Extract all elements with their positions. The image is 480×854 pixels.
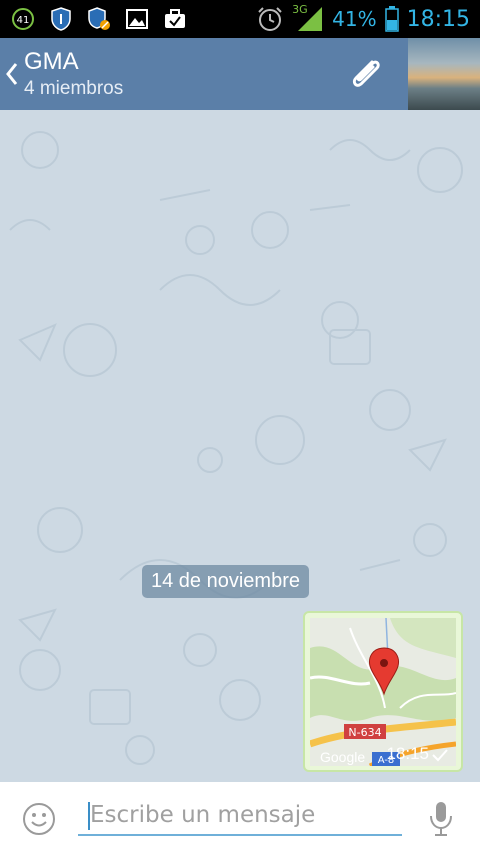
message-composer [0,782,480,854]
chat-member-count[interactable]: 4 miembros [24,78,123,100]
svg-text:N-634: N-634 [348,726,381,739]
alarm-clock-icon [258,7,282,31]
message-input[interactable] [78,796,402,836]
clock: 18:15 [406,6,470,32]
back-chevron-icon[interactable] [4,60,20,88]
notification-icons: 41 [10,6,188,32]
image-icon [124,6,150,32]
notification-badge-count: 41 [17,15,30,26]
notification-badge-icon: 41 [10,6,36,32]
battery-icon [384,6,399,32]
text-cursor [88,802,90,830]
sent-check-icon [432,749,448,762]
battery-percent: 41% [332,7,377,31]
location-message-bubble[interactable]: N-634 A-8 Google 18:15 [303,611,463,772]
message-list[interactable]: 14 de noviembre N-634 A-8 Google 18:15 [0,110,480,782]
shield-icon [48,6,74,32]
shield-blocked-icon [86,6,112,32]
date-separator: 14 de noviembre [142,565,309,598]
signal-icon: 3G [292,3,324,33]
chat-header: GMA 4 miembros [0,38,480,110]
location-map-thumbnail[interactable]: N-634 A-8 Google [310,618,456,766]
status-bar: 41 3G 41% 18:15 [0,0,480,38]
briefcase-check-icon [162,6,188,32]
chat-title[interactable]: GMA [24,48,79,76]
map-attribution: Google [320,749,365,765]
microphone-icon[interactable] [428,800,454,838]
emoji-icon[interactable] [22,802,56,836]
message-time: 18:15 [386,744,429,763]
system-indicators: 3G 41% 18:15 [256,3,470,34]
paperclip-icon[interactable] [346,54,386,94]
group-avatar[interactable] [408,38,480,110]
